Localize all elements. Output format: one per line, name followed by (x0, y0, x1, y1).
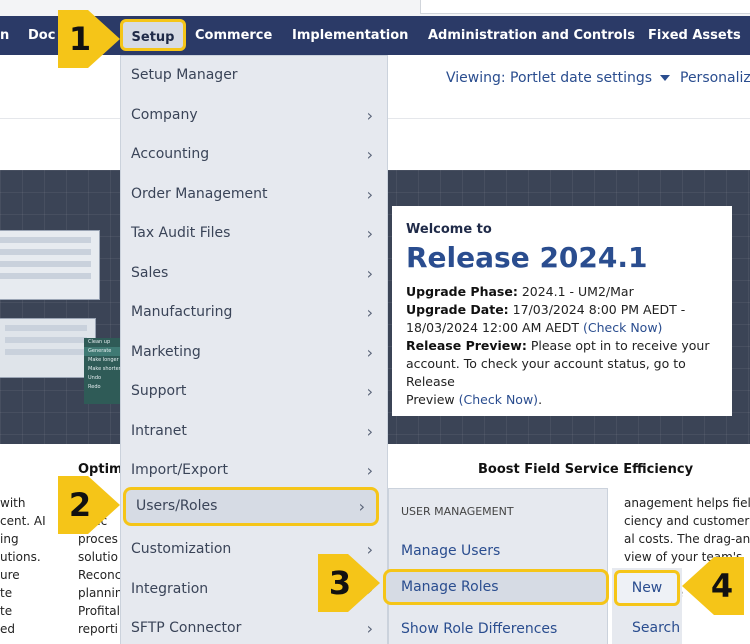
chevron-right-icon: › (366, 619, 373, 638)
text-line: ure (0, 568, 20, 582)
menu-item-label: Intranet (131, 423, 187, 439)
nav-item-commerce[interactable]: Commerce (195, 16, 272, 55)
preview-text: Preview (406, 392, 455, 407)
chevron-right-icon: › (366, 303, 373, 322)
menu-item-label: Sales (131, 265, 169, 281)
menu-item-tax-audit-files[interactable]: Tax Audit Files › (121, 214, 387, 253)
text-line: anagement helps fiel (624, 496, 750, 510)
chevron-right-icon: › (366, 145, 373, 164)
menu-item-support[interactable]: Support › (121, 372, 387, 411)
menu-item-label: Manufacturing (131, 304, 233, 320)
portlet-date-settings-dropdown[interactable]: Viewing: Portlet date settings (446, 70, 671, 86)
text-line: te (0, 586, 13, 600)
new-role-button[interactable]: New (614, 570, 680, 606)
search-roles-link[interactable]: Search (632, 620, 680, 636)
menu-item-sales[interactable]: Sales › (121, 254, 387, 293)
menu-item-label: Company (131, 107, 198, 123)
release-title: Release 2024.1 (406, 241, 648, 274)
menu-item-manufacturing[interactable]: Manufacturing › (121, 293, 387, 332)
callout-number: 2 (68, 486, 92, 524)
hero-screenshot-front (0, 318, 96, 378)
chevron-right-icon: › (358, 497, 365, 516)
date-value-2: 18/03/2024 12:00 AM AEDT (406, 320, 580, 335)
section-boost-title: Boost Field Service Efficiency (478, 462, 694, 477)
viewing-label: Viewing: Portlet date settings (446, 70, 653, 86)
text-line: utions. (0, 550, 41, 564)
chevron-right-icon: › (366, 106, 373, 125)
check-now-link[interactable]: (Check Now) (583, 320, 662, 335)
menu-item-label: Setup Manager (131, 67, 238, 83)
menu-item-label: Marketing (131, 344, 201, 360)
menu-item-label: Integration (131, 581, 209, 597)
welcome-title: Welcome to (406, 222, 492, 237)
callout-arrow-1: 1 (58, 8, 120, 70)
text-line: te (0, 604, 13, 618)
callout-arrow-2: 2 (58, 474, 120, 536)
personalize-link[interactable]: Personaliz (680, 70, 750, 86)
nav-item-administration[interactable]: Administration and Controls (428, 16, 635, 55)
chevron-right-icon: › (366, 382, 373, 401)
callout-number: 4 (710, 567, 734, 605)
callout-arrow-4: 4 (682, 555, 744, 617)
chevron-right-icon: › (366, 422, 373, 441)
release-info: Upgrade Phase: 2024.1 - UM2/Mar Upgrade … (406, 283, 718, 409)
text-line: ing (0, 532, 19, 546)
nav-item-fixed-assets[interactable]: Fixed Assets (648, 16, 741, 55)
preview-text: account. To check your account status, g… (406, 356, 686, 389)
submenu-item-manage-users[interactable]: Manage Users (389, 533, 607, 569)
chevron-right-icon: › (366, 343, 373, 362)
menu-item-marketing[interactable]: Marketing › (121, 333, 387, 372)
phase-label: Upgrade Phase: (406, 284, 518, 299)
menu-item-label: Support (131, 383, 187, 399)
menu-item-intranet[interactable]: Intranet › (121, 412, 387, 451)
left-section-text: with cent. AI ing utions. ure te te ed (0, 494, 60, 638)
nav-item-setup[interactable]: Setup (120, 19, 186, 51)
welcome-release-card: Welcome to Release 2024.1 Upgrade Phase:… (392, 206, 732, 416)
menu-item-order-management[interactable]: Order Management › (121, 175, 387, 214)
menu-item-label: Accounting (131, 146, 210, 162)
menu-item-label: SFTP Connector (131, 620, 242, 636)
user-management-submenu: USER MANAGEMENT Manage Users Manage Role… (383, 488, 609, 644)
date-value: 17/03/2024 8:00 PM AEDT - (512, 302, 686, 317)
menu-item-label: Order Management (131, 186, 268, 202)
check-now-link-2[interactable]: (Check Now) (459, 392, 538, 407)
caret-down-icon (660, 75, 671, 81)
chevron-right-icon: › (366, 461, 373, 480)
nav-item-partial-left[interactable]: n (0, 16, 9, 55)
menu-item-setup-manager[interactable]: Setup Manager (121, 56, 387, 95)
submenu-heading: USER MANAGEMENT (401, 505, 514, 518)
menu-item-users-roles[interactable]: Users/Roles › (123, 487, 379, 526)
menu-item-label: Tax Audit Files (131, 225, 231, 241)
preview-text: Please opt in to receive your (530, 338, 710, 353)
menu-item-label: Users/Roles (136, 498, 218, 514)
date-label: Upgrade Date: (406, 302, 509, 317)
menu-item-company[interactable]: Company › (121, 96, 387, 135)
period: . (538, 392, 543, 407)
text-line: al costs. The drag-and- (624, 532, 750, 546)
callout-number: 3 (328, 564, 352, 602)
preview-label: Release Preview: (406, 338, 527, 353)
callout-arrow-3: 3 (318, 552, 380, 614)
nav-item-documents[interactable]: Doc (28, 16, 55, 55)
menu-item-sftp-connector[interactable]: SFTP Connector › (121, 609, 387, 644)
text-line: with (0, 496, 26, 510)
text-line: cent. AI (0, 514, 46, 528)
chevron-right-icon: › (366, 185, 373, 204)
menu-item-accounting[interactable]: Accounting › (121, 135, 387, 174)
netsuite-page: n Doc Setup Commerce Implementation Admi… (0, 0, 750, 644)
text-line: ed (0, 622, 15, 636)
callout-number: 1 (68, 20, 92, 58)
submenu-item-show-role-differences[interactable]: Show Role Differences (389, 611, 607, 644)
phase-value: 2024.1 - UM2/Mar (521, 284, 634, 299)
chevron-right-icon: › (366, 224, 373, 243)
menu-item-label: Customization (131, 541, 232, 557)
submenu-item-manage-roles[interactable]: Manage Roles (383, 569, 609, 605)
hero-screenshot-back (0, 230, 100, 300)
chevron-right-icon: › (366, 264, 373, 283)
text-line: ciency and customer s (624, 514, 750, 528)
top-search-box[interactable] (420, 0, 750, 14)
menu-item-import-export[interactable]: Import/Export › (121, 451, 387, 490)
menu-item-label: Import/Export (131, 462, 229, 478)
nav-item-implementation[interactable]: Implementation (292, 16, 408, 55)
